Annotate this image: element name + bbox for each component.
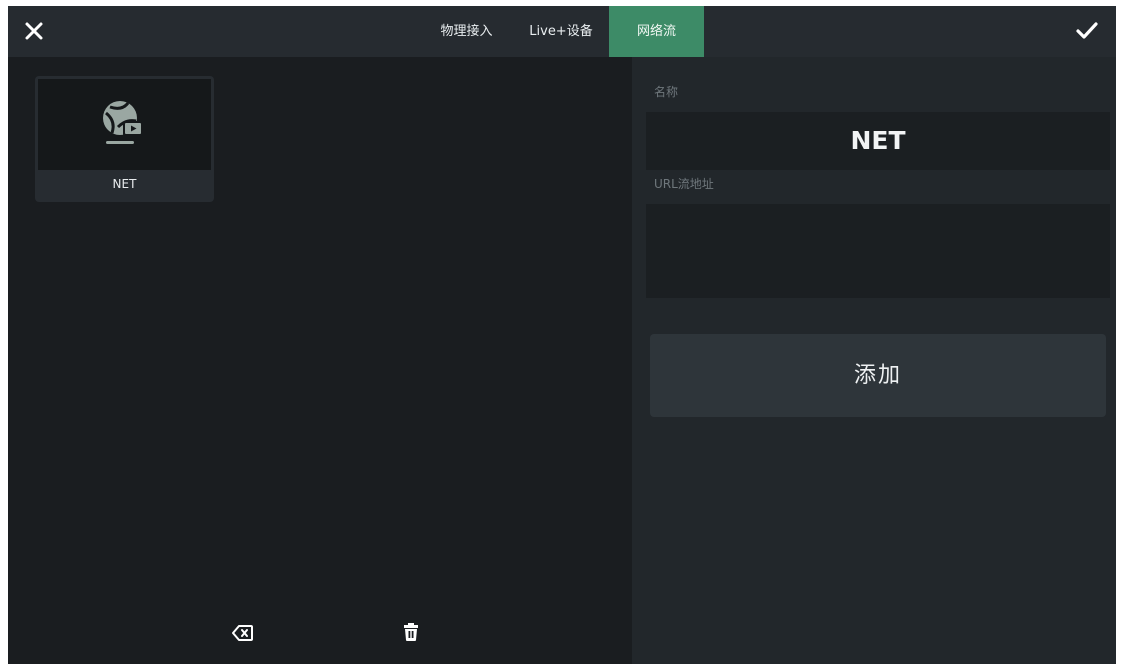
source-list-panel: NET — [8, 57, 632, 664]
network-stream-icon — [103, 101, 143, 144]
tab-network-stream[interactable]: 网络流 — [609, 6, 704, 57]
delete-button[interactable] — [400, 621, 422, 643]
add-button[interactable]: 添加 — [650, 334, 1106, 417]
tab-physical-input[interactable]: 物理接入 — [432, 6, 501, 57]
backspace-button[interactable] — [232, 622, 254, 644]
url-field[interactable] — [646, 204, 1110, 298]
source-card-label: NET — [112, 177, 137, 191]
source-thumbnail — [38, 79, 211, 170]
app-window: 物理接入 Live+设备 网络流 NET 名称 NET URL流地址 添加 — [8, 6, 1116, 664]
source-form-panel: 名称 NET URL流地址 添加 — [632, 57, 1116, 664]
confirm-button[interactable] — [1074, 19, 1100, 43]
source-card-net[interactable]: NET — [35, 76, 214, 202]
check-icon — [1076, 22, 1098, 39]
tab-live-device[interactable]: Live+设备 — [522, 6, 600, 57]
name-label: 名称 — [654, 85, 679, 99]
backspace-icon — [232, 625, 253, 641]
url-label: URL流地址 — [654, 177, 714, 191]
trash-icon — [404, 623, 418, 641]
top-bar: 物理接入 Live+设备 网络流 — [8, 6, 1116, 57]
close-icon — [25, 22, 43, 40]
close-button[interactable] — [22, 19, 46, 43]
name-field[interactable]: NET — [646, 112, 1110, 170]
